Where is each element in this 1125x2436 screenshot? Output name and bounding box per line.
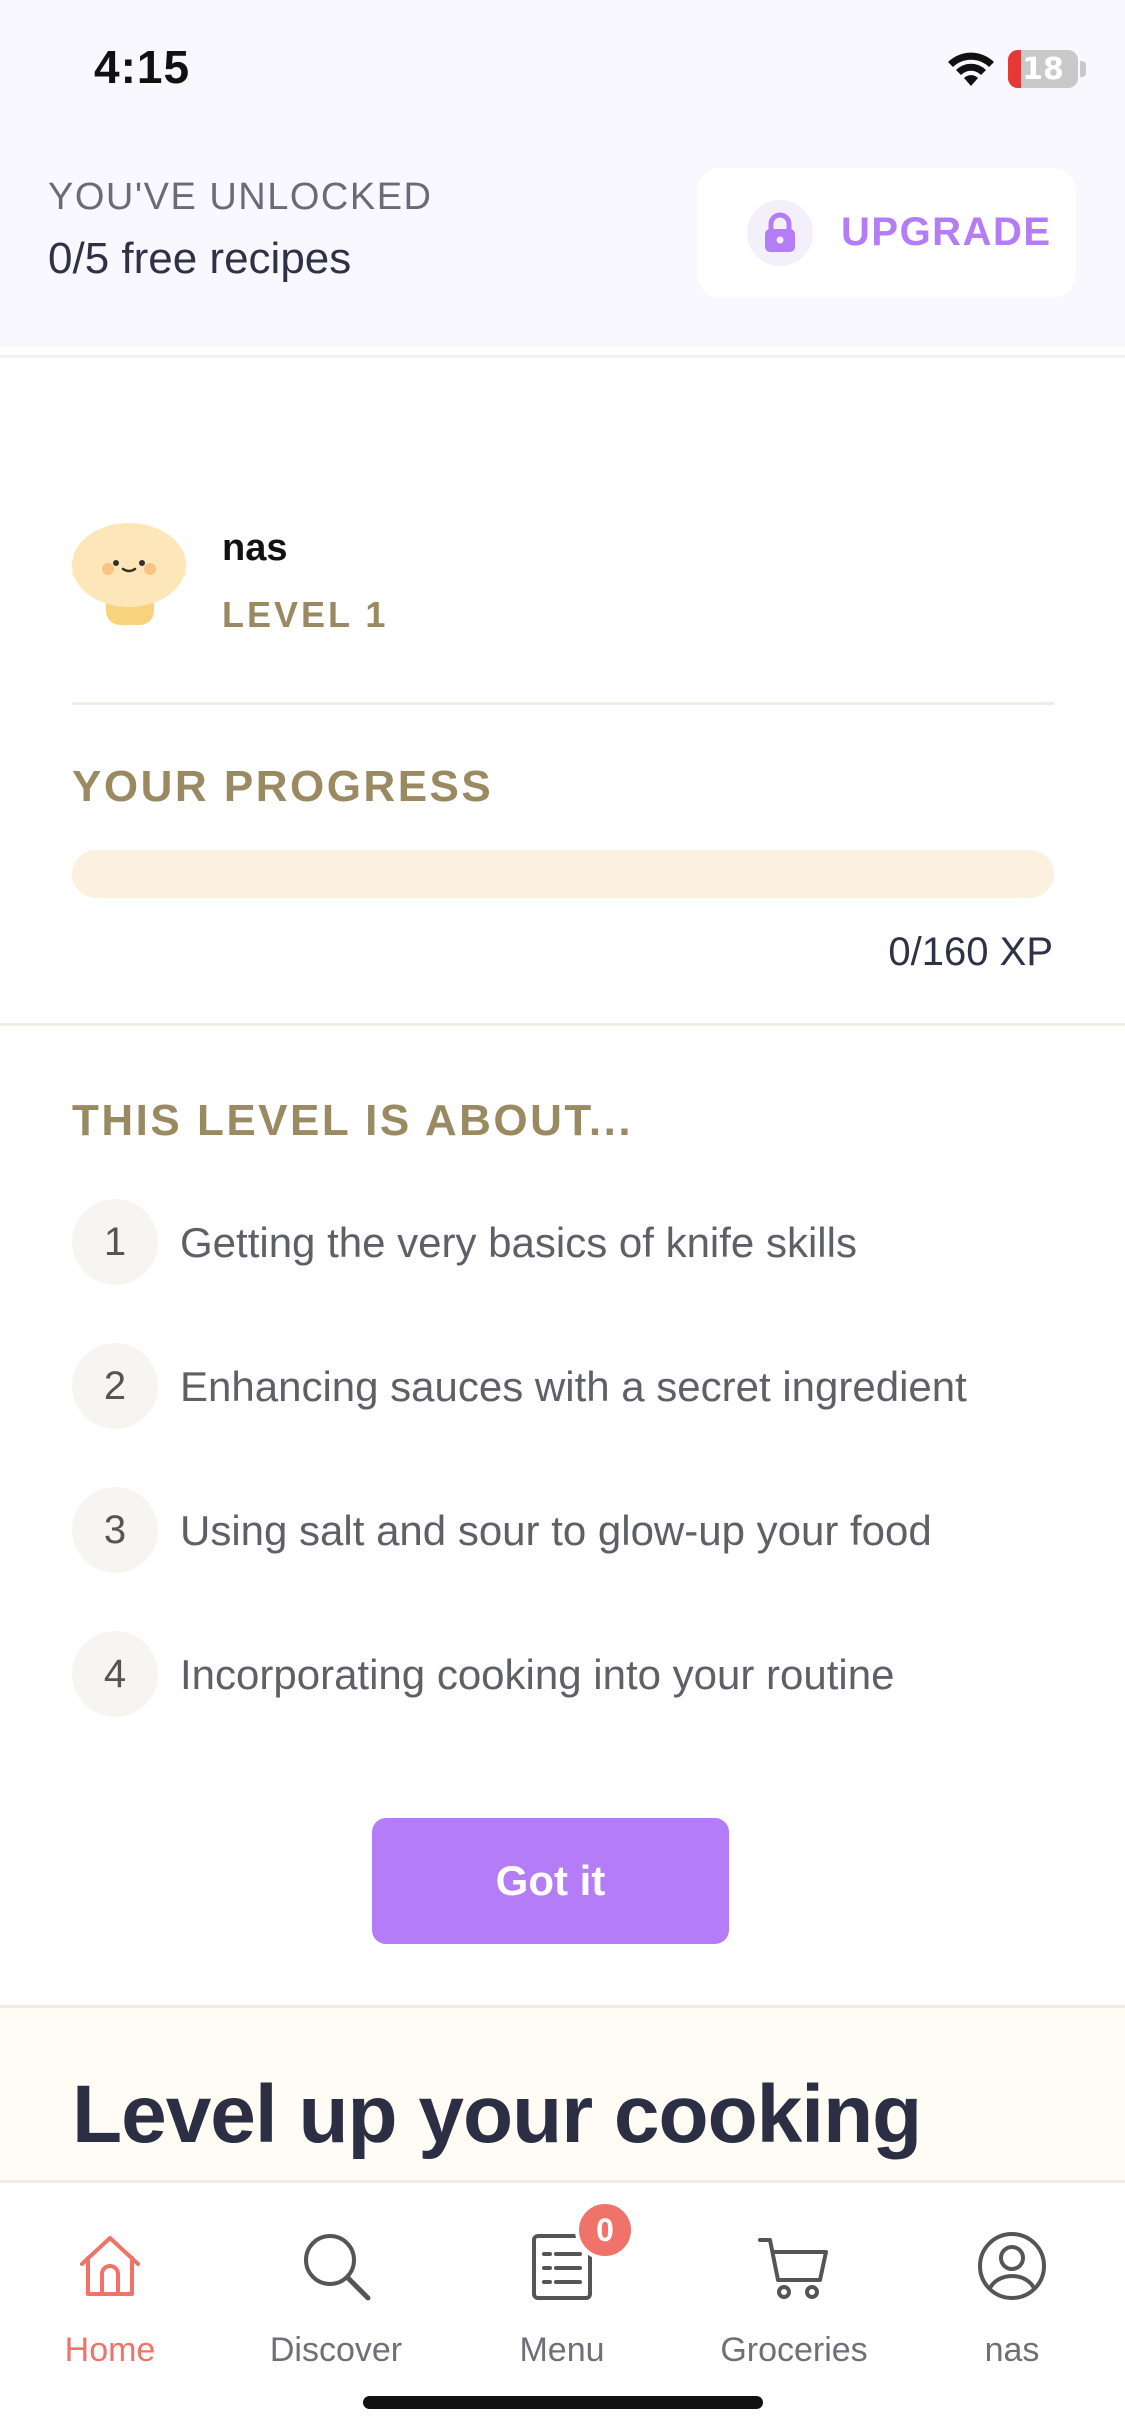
- list-item: 1 Getting the very basics of knife skill…: [72, 1199, 1072, 1285]
- cart-icon: [758, 2238, 828, 2299]
- tab-groceries[interactable]: Groceries: [699, 2228, 889, 2378]
- goal-number: 4: [72, 1631, 158, 1717]
- battery-icon: 18: [1008, 50, 1078, 88]
- upgrade-button[interactable]: UPGRADE: [697, 168, 1076, 298]
- tab-discover[interactable]: Discover: [241, 2228, 431, 2378]
- goal-number: 1: [72, 1199, 158, 1285]
- progress-title: YOUR PROGRESS: [72, 762, 494, 811]
- user-name: nas: [222, 527, 288, 569]
- got-it-button[interactable]: Got it: [372, 1818, 729, 1944]
- divider: [0, 1023, 1125, 1026]
- lock-icon: [747, 200, 813, 266]
- tab-profile[interactable]: nas: [917, 2228, 1107, 2378]
- goal-text: Incorporating cooking into your routine: [180, 1651, 895, 1698]
- search-icon: [304, 2234, 371, 2301]
- list-item: 4 Incorporating cooking into your routin…: [72, 1631, 1072, 1717]
- goal-number: 2: [72, 1343, 158, 1429]
- unlock-count: 0/5 free recipes: [48, 234, 352, 283]
- wifi-icon: [948, 52, 994, 86]
- tab-label: Discover: [269, 2331, 403, 2369]
- banner-divider: [0, 355, 1125, 358]
- progress-bar: [72, 850, 1054, 898]
- upgrade-label: UPGRADE: [841, 210, 1052, 254]
- divider: [72, 702, 1054, 705]
- list-item: 3 Using salt and sour to glow-up your fo…: [72, 1487, 1072, 1573]
- tab-label: Groceries: [720, 2331, 868, 2369]
- battery-percent: 18: [1022, 51, 1064, 87]
- battery-level-fill: [1008, 50, 1021, 88]
- home-icon: [80, 2236, 140, 2296]
- tab-home[interactable]: Home: [15, 2228, 205, 2378]
- user-level: LEVEL 1: [222, 594, 389, 635]
- menu-count-badge: 0: [575, 2200, 635, 2260]
- goal-number: 3: [72, 1487, 158, 1573]
- home-indicator: [363, 2396, 763, 2409]
- section-heading: Level up your cooking: [72, 2069, 922, 2160]
- tab-menu[interactable]: Menu: [467, 2228, 657, 2378]
- tab-label: Menu: [519, 2331, 605, 2369]
- unlock-label: YOU'VE UNLOCKED: [48, 176, 433, 218]
- tab-label: Home: [64, 2331, 156, 2369]
- level-about-title: THIS LEVEL IS ABOUT...: [72, 1096, 634, 1145]
- goal-text: Enhancing sauces with a secret ingredien…: [180, 1363, 967, 1410]
- mushroom-avatar-icon: [72, 523, 186, 625]
- status-time: 4:15: [94, 41, 191, 93]
- profile-icon: [978, 2232, 1046, 2300]
- list-item: 2 Enhancing sauces with a secret ingredi…: [72, 1343, 1072, 1429]
- xp-text: 0/160 XP: [888, 930, 1053, 974]
- goal-text: Getting the very basics of knife skills: [180, 1219, 857, 1266]
- goal-text: Using salt and sour to glow-up your food: [180, 1507, 932, 1554]
- battery-tip: [1080, 61, 1086, 77]
- tab-label: nas: [984, 2331, 1040, 2369]
